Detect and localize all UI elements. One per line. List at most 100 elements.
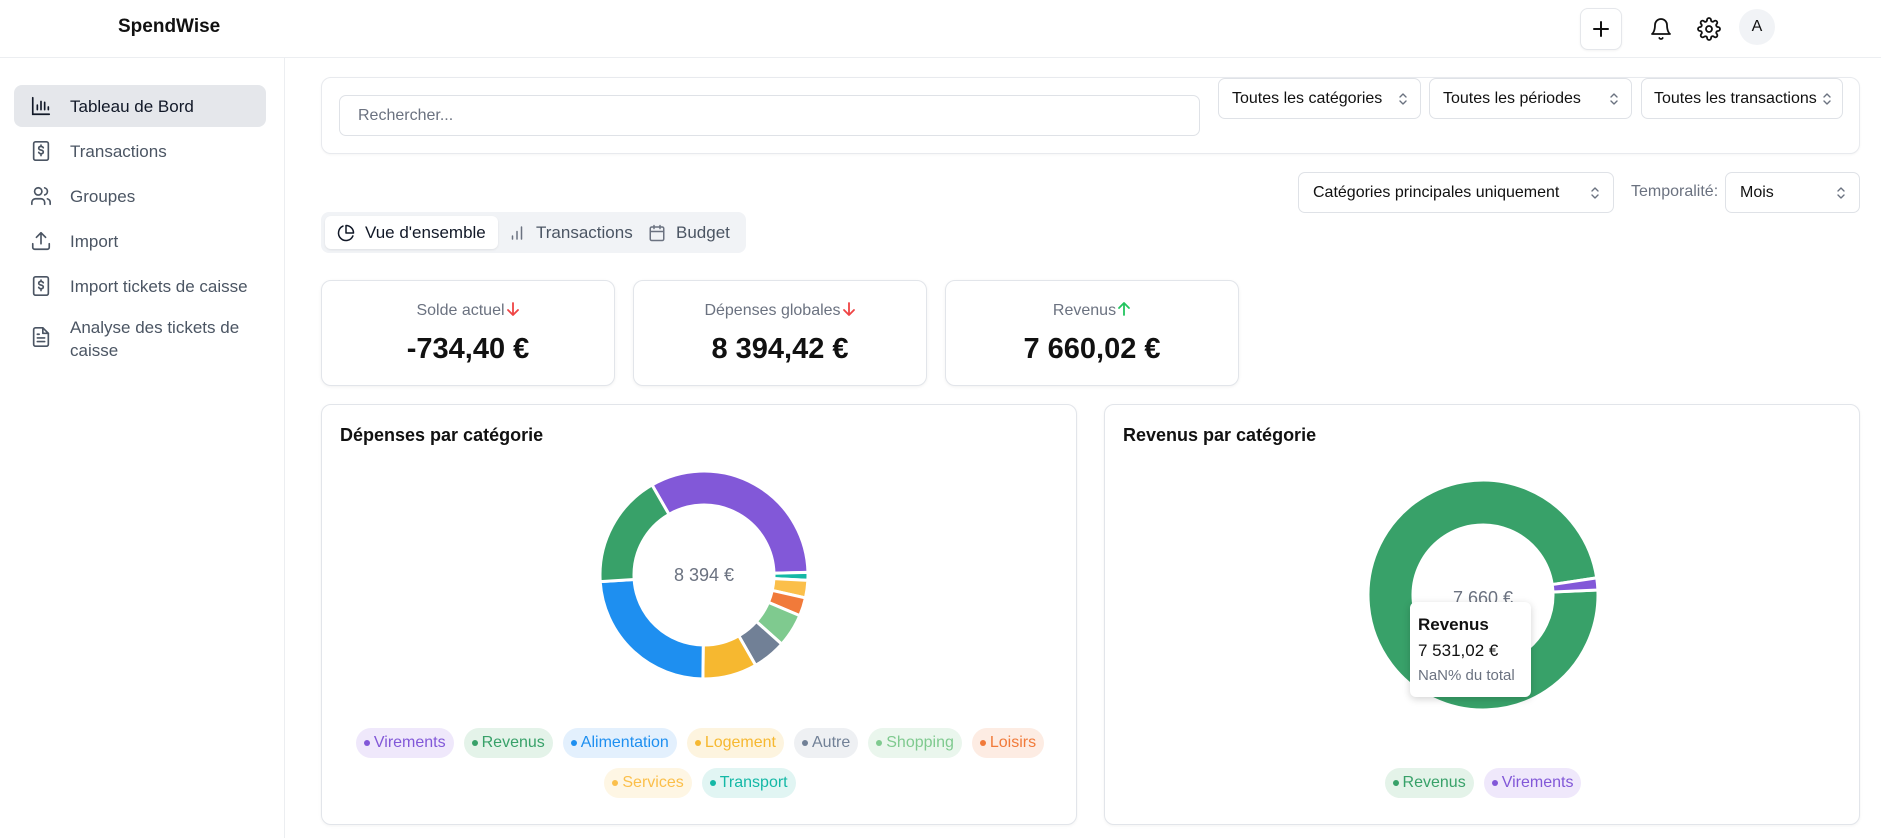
avatar[interactable]: A	[1739, 9, 1775, 45]
chevrons-up-down-icon	[1823, 93, 1831, 105]
legend-dot	[979, 740, 986, 746]
legend-label: Virements	[373, 734, 446, 751]
legend-item-loisirs[interactable]: Loisirs	[971, 728, 1045, 758]
legend-dot	[694, 740, 701, 746]
sidebar-item-label: Tableau de Bord	[70, 96, 194, 116]
tab-label: Transactions	[536, 222, 633, 242]
transactions-filter-value: Toutes les transactions	[1654, 89, 1817, 107]
category-scope-value: Catégories principales uniquement	[1313, 183, 1560, 201]
legend-label: Revenus	[481, 734, 545, 751]
tab-label: Vue d'ensemble	[365, 222, 486, 242]
sidebar-item-import-receipts[interactable]: Import tickets de caisse	[14, 265, 266, 307]
legend-item-revenus[interactable]: Revenus	[1384, 768, 1474, 798]
transactions-filter-select[interactable]: Toutes les transactions	[1641, 78, 1843, 119]
users-icon	[31, 186, 51, 206]
chevrons-up-down-icon	[1837, 187, 1845, 199]
upload-icon	[31, 231, 51, 251]
category-filter-value: Toutes les catégories	[1232, 89, 1383, 107]
legend-dot	[709, 780, 716, 786]
chart-tooltip: Revenus 7 531,02 € NaN% du total	[1410, 602, 1531, 697]
arrow-down-icon	[842, 302, 855, 316]
tooltip-title: Revenus	[1418, 615, 1489, 634]
legend-label: Virements	[1501, 774, 1574, 791]
stat-title: Dépenses globales	[704, 302, 841, 319]
chevrons-up-down-icon	[1591, 187, 1599, 199]
file-icon	[32, 327, 50, 347]
search-input[interactable]	[339, 95, 1200, 136]
gear-icon	[1697, 17, 1721, 41]
category-filter-select[interactable]: Toutes les catégories	[1218, 78, 1421, 119]
legend-label: Shopping	[886, 734, 954, 751]
donut-slice-alimentation[interactable]	[598, 577, 705, 681]
tab-overview[interactable]: Vue d'ensemble	[325, 216, 498, 249]
legend-item-virements[interactable]: Virements	[1483, 768, 1582, 798]
settings-button[interactable]	[1688, 8, 1730, 50]
app-brand[interactable]: SpendWise	[118, 16, 220, 38]
notifications-button[interactable]	[1640, 8, 1682, 50]
legend-item-virements[interactable]: Virements	[355, 728, 454, 758]
legend-dot	[612, 780, 619, 786]
sidebar-item-groups[interactable]: Groupes	[14, 175, 266, 217]
pie-chart-icon	[337, 224, 355, 241]
sidebar-item-label: Import tickets de caisse	[70, 276, 248, 296]
period-filter-select[interactable]: Toutes les périodes	[1429, 78, 1632, 119]
legend-item-services[interactable]: Services	[604, 768, 692, 798]
legend-dot	[802, 740, 808, 746]
stat-card-balance: Solde actuel -734,40 €	[321, 280, 615, 386]
add-button[interactable]	[1580, 8, 1622, 50]
sidebar-item-label: Groupes	[70, 186, 136, 206]
temporality-label: Temporalité:	[1631, 183, 1719, 200]
donut-center-total: 8 394 €	[673, 565, 735, 585]
legend-label: Logement	[704, 734, 776, 751]
top-header: SpendWise A	[0, 0, 1881, 58]
legend-item-shopping[interactable]: Shopping	[868, 728, 962, 758]
stat-title: Solde actuel	[416, 302, 505, 319]
chart-title: Revenus par catégorie	[1123, 425, 1317, 445]
dollar-doc-icon	[32, 141, 50, 161]
chart-legend: Virements Revenus Alimentation Logement Autr…	[352, 728, 1048, 798]
stat-value: -734,40 €	[406, 333, 530, 365]
legend-label: Autre	[812, 734, 851, 751]
bar-chart-icon	[511, 225, 523, 240]
tooltip-share: NaN% du total	[1418, 667, 1515, 684]
sidebar-item-dashboard[interactable]: Tableau de Bord	[14, 85, 266, 127]
legend-dot	[363, 740, 370, 746]
dollar-doc-icon	[32, 276, 50, 296]
bell-icon	[1651, 18, 1671, 40]
stat-card-expenses: Dépenses globales 8 394,42 €	[633, 280, 927, 386]
legend-item-logement[interactable]: Logement	[686, 728, 784, 758]
legend-dot	[1392, 780, 1399, 786]
sidebar: Tableau de Bord Transactions Groupes Imp…	[0, 58, 285, 838]
view-tabs: Vue d'ensemble Transactions Budget	[321, 212, 746, 253]
sidebar-item-import[interactable]: Import	[14, 220, 266, 262]
sidebar-item-label: Transactions	[70, 141, 167, 161]
legend-item-transport[interactable]: Transport	[701, 768, 796, 798]
sidebar-item-transactions[interactable]: Transactions	[14, 130, 266, 172]
legend-label: Transport	[719, 774, 788, 791]
sidebar-item-label: Analyse des tickets de caisse	[70, 318, 240, 360]
tab-budget[interactable]: Budget	[636, 216, 742, 249]
tooltip-value: 7 531,02 €	[1418, 641, 1499, 660]
arrow-up-icon	[1118, 302, 1130, 316]
category-scope-select[interactable]: Catégories principales uniquement	[1298, 172, 1614, 213]
temporality-select[interactable]: Mois	[1725, 172, 1860, 213]
legend-item-revenus[interactable]: Revenus	[463, 728, 553, 758]
chart-title: Dépenses par catégorie	[340, 425, 544, 445]
legend-label: Revenus	[1402, 774, 1466, 791]
sidebar-item-receipt-analysis[interactable]: Analyse des tickets de caisse	[14, 310, 266, 368]
tab-transactions[interactable]: Transactions	[496, 216, 645, 249]
temporality-value: Mois	[1740, 183, 1774, 201]
stat-title: Revenus	[1052, 302, 1117, 319]
sidebar-item-label: Import	[70, 231, 119, 251]
donut-slice-virements[interactable]	[649, 469, 810, 575]
calendar-icon	[649, 224, 665, 241]
tab-label: Budget	[676, 222, 730, 242]
period-filter-value: Toutes les périodes	[1443, 89, 1581, 107]
stat-value: 8 394,42 €	[711, 333, 849, 365]
legend-label: Services	[622, 774, 684, 791]
bar-chart-icon	[31, 96, 51, 116]
legend-dot	[876, 740, 883, 746]
legend-item-autre[interactable]: Autre	[794, 728, 859, 758]
stat-card-income: Revenus 7 660,02 €	[945, 280, 1239, 386]
legend-item-alimentation[interactable]: Alimentation	[562, 728, 677, 758]
